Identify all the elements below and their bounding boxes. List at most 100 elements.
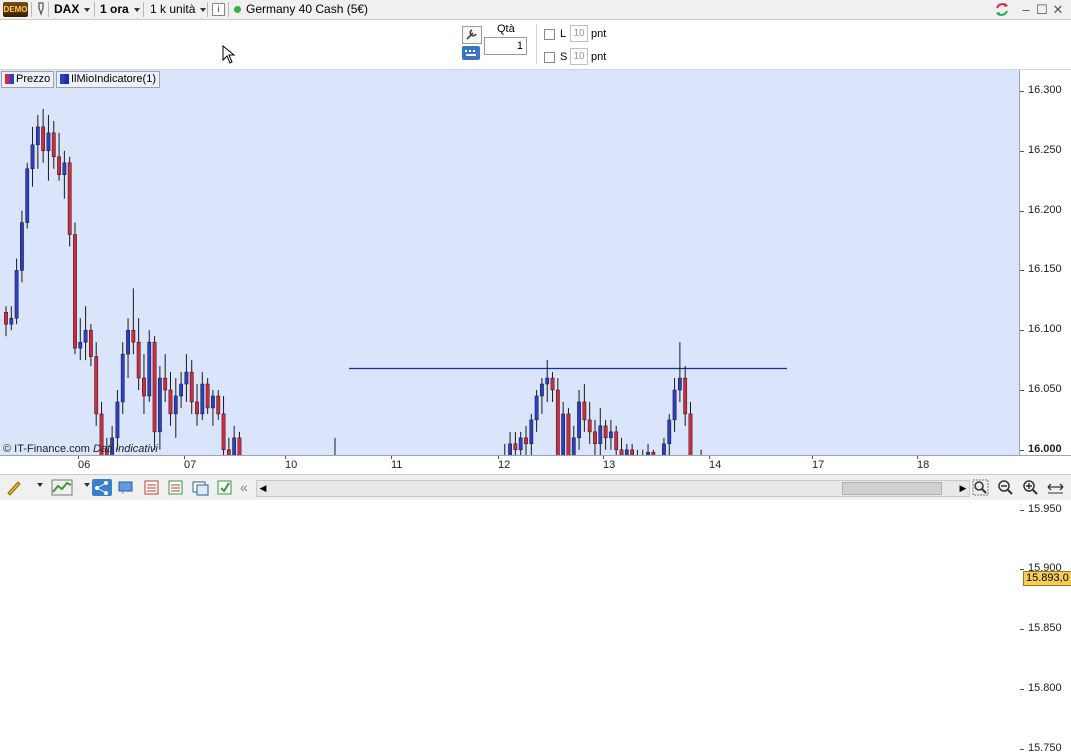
y-tick-mark xyxy=(1020,748,1024,750)
candle-body xyxy=(67,162,72,235)
candle-body xyxy=(20,222,24,271)
price-axis[interactable]: 16.300 16.250 16.200 16.150 16.100 16.050 16.0… xyxy=(1019,70,1071,754)
quantity-input[interactable] xyxy=(484,37,527,55)
chart-type-icon[interactable] xyxy=(51,479,73,496)
quantity-label: Qtà xyxy=(497,23,515,35)
units-selector[interactable]: 1 k unità xyxy=(150,0,207,19)
candle-body xyxy=(232,437,237,455)
x-tick-label: 06 xyxy=(78,459,91,471)
market-open-status-icon xyxy=(234,6,241,13)
candle-body xyxy=(683,377,688,415)
x-tick-label: 17 xyxy=(812,459,825,471)
candle-body xyxy=(46,132,51,152)
short-unit-label: pnt xyxy=(591,51,607,63)
link-icon[interactable] xyxy=(35,0,47,19)
x-tick-label: 11 xyxy=(391,459,403,471)
candle-body xyxy=(672,389,677,421)
positions-icon[interactable] xyxy=(167,479,184,496)
toolbar-divider xyxy=(143,2,144,17)
candle-body xyxy=(561,413,566,455)
demo-badge: DEMO xyxy=(3,2,28,17)
scrollbar-thumb[interactable] xyxy=(842,482,942,495)
candle-body xyxy=(524,437,528,445)
candle-body xyxy=(614,431,619,451)
y-tick-label: 15.850 xyxy=(1028,622,1062,635)
candle-body xyxy=(211,395,215,409)
long-checkbox[interactable] xyxy=(544,29,555,40)
candle-body xyxy=(163,377,168,391)
candle-body xyxy=(555,389,560,455)
candle-body xyxy=(518,437,523,451)
chat-icon[interactable] xyxy=(117,479,134,496)
x-tick-label: 10 xyxy=(285,459,298,471)
close-icon[interactable]: ✕ xyxy=(1050,0,1066,19)
candle-body xyxy=(529,419,534,445)
chevron-down-icon[interactable] xyxy=(32,479,43,496)
candle-body xyxy=(73,234,77,349)
zoom-in-icon[interactable] xyxy=(1022,479,1039,496)
legend-price[interactable]: Prezzo xyxy=(1,71,55,88)
timeframe-selector[interactable]: 1 ora xyxy=(100,0,140,19)
order-list-icon[interactable] xyxy=(143,479,160,496)
fit-width-icon[interactable] xyxy=(1047,479,1064,496)
scroll-left-icon[interactable]: ◀ xyxy=(257,481,269,496)
price-chart[interactable] xyxy=(0,70,1019,455)
short-checkbox[interactable] xyxy=(544,52,555,63)
chevron-down-icon[interactable] xyxy=(79,479,90,496)
instrument-label: DAX xyxy=(54,2,80,16)
drawing-pencil-icon[interactable] xyxy=(5,479,22,496)
candle-body xyxy=(200,383,205,415)
keyboard-icon[interactable] xyxy=(462,46,480,60)
toolbar-divider xyxy=(94,2,95,17)
y-tick-mark xyxy=(1020,210,1024,212)
x-tick-label: 07 xyxy=(184,459,197,471)
candle-body xyxy=(142,377,146,397)
candle-body xyxy=(508,443,512,455)
toolbar-divider xyxy=(48,2,49,17)
mouse-cursor-icon xyxy=(222,45,236,64)
y-tick-mark xyxy=(1020,449,1024,451)
candle-body xyxy=(603,425,608,439)
candle-body xyxy=(587,419,592,433)
candle-body xyxy=(83,329,88,343)
y-tick-label: 16.250 xyxy=(1028,143,1062,156)
candle-body xyxy=(152,341,157,433)
maximize-icon[interactable]: ☐ xyxy=(1034,0,1050,19)
candle-body xyxy=(540,383,544,397)
candle-body xyxy=(9,317,14,325)
alert-icon[interactable] xyxy=(216,479,233,496)
x-tick-label: 13 xyxy=(603,459,616,471)
legend-indicator[interactable]: IlMioIndicatore(1) xyxy=(56,71,160,88)
portfolio-icon[interactable] xyxy=(192,479,209,496)
long-distance-input[interactable] xyxy=(570,25,588,42)
candle-body xyxy=(25,168,30,223)
candle-body xyxy=(41,126,46,152)
scroll-right-icon[interactable]: ▶ xyxy=(957,481,969,496)
time-axis[interactable]: 06 07 10 11 12 13 14 17 18 xyxy=(0,455,1071,474)
time-scrollbar[interactable]: ◀ ▶ xyxy=(256,480,970,497)
short-distance-input[interactable] xyxy=(570,48,588,65)
candle-body xyxy=(221,413,226,451)
candle-body xyxy=(51,132,56,158)
wrench-icon[interactable] xyxy=(462,26,482,44)
candle-body xyxy=(566,413,571,455)
price-swatch-icon xyxy=(5,74,14,84)
candle-body xyxy=(94,356,99,415)
instrument-selector[interactable]: DAX xyxy=(54,0,91,19)
refresh-icon[interactable] xyxy=(992,0,1012,19)
divider xyxy=(536,24,537,64)
minimize-icon[interactable]: – xyxy=(1018,0,1034,19)
chevron-down-icon xyxy=(84,7,91,12)
share-icon[interactable] xyxy=(92,479,112,496)
toolbar-divider xyxy=(31,2,32,17)
y-tick-label: 16.150 xyxy=(1028,263,1062,276)
candle-body xyxy=(35,126,40,146)
toolbar-divider xyxy=(228,2,229,17)
chart-area[interactable] xyxy=(0,70,1019,455)
collapse-left-icon[interactable]: « xyxy=(240,479,257,496)
zoom-out-icon[interactable] xyxy=(997,479,1014,496)
zoom-box-icon[interactable] xyxy=(972,479,989,496)
x-tick-label: 12 xyxy=(498,459,511,471)
info-icon[interactable]: i xyxy=(212,3,225,16)
candle-body xyxy=(545,377,550,385)
